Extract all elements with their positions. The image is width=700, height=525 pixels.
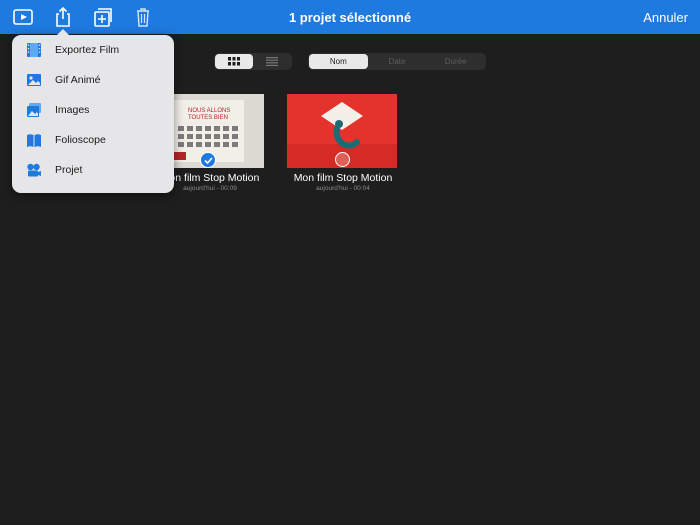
menu-item-label: Projet <box>55 164 83 176</box>
sort-name-option[interactable]: Nom <box>309 54 368 69</box>
project-thumbnail <box>287 94 397 168</box>
project-subtitle: aujourd'hui - 00:04 <box>316 185 370 192</box>
menu-item-images[interactable]: Images <box>12 95 174 125</box>
menu-item-label: Images <box>55 104 90 116</box>
view-mode-toggle <box>214 53 292 70</box>
trash-icon[interactable] <box>132 6 154 28</box>
menu-item-export-film[interactable]: Exportez Film <box>12 35 174 65</box>
images-icon <box>26 102 42 118</box>
image-icon <box>26 72 42 88</box>
grid-view-icon[interactable] <box>215 54 253 69</box>
menu-item-label: Folioscope <box>55 134 106 146</box>
film-icon <box>26 42 42 58</box>
top-navigation-bar: 1 projet sélectionné Annuler <box>0 0 700 34</box>
sort-segmented-control: Nom Date Durée <box>308 53 486 70</box>
svg-text:NOUS ALLONS: NOUS ALLONS <box>188 108 230 114</box>
menu-item-gif[interactable]: Gif Animé <box>12 65 174 95</box>
selected-check-icon[interactable] <box>200 152 216 168</box>
cancel-button[interactable]: Annuler <box>643 10 688 25</box>
share-icon[interactable] <box>52 6 74 28</box>
projector-icon <box>26 162 42 178</box>
menu-item-folioscope[interactable]: Folioscope <box>12 125 174 155</box>
list-view-icon[interactable] <box>253 54 291 69</box>
sort-date-option[interactable]: Date <box>368 54 427 69</box>
export-menu: Exportez Film Gif Animé Images Folioscop… <box>12 29 174 193</box>
sort-duration-option[interactable]: Durée <box>426 54 485 69</box>
svg-text:TOUTES BIEN: TOUTES BIEN <box>188 115 228 121</box>
project-card[interactable]: Mon film Stop Motion aujourd'hui - 00:04 <box>287 94 399 192</box>
play-icon[interactable] <box>12 6 34 28</box>
select-radio-icon[interactable] <box>335 152 350 167</box>
menu-item-label: Gif Animé <box>55 74 101 86</box>
menu-item-project[interactable]: Projet <box>12 155 174 185</box>
menu-item-label: Exportez Film <box>55 44 120 56</box>
duplicate-icon[interactable] <box>91 6 113 28</box>
book-icon <box>26 132 42 148</box>
project-title: Mon film Stop Motion <box>293 172 393 184</box>
